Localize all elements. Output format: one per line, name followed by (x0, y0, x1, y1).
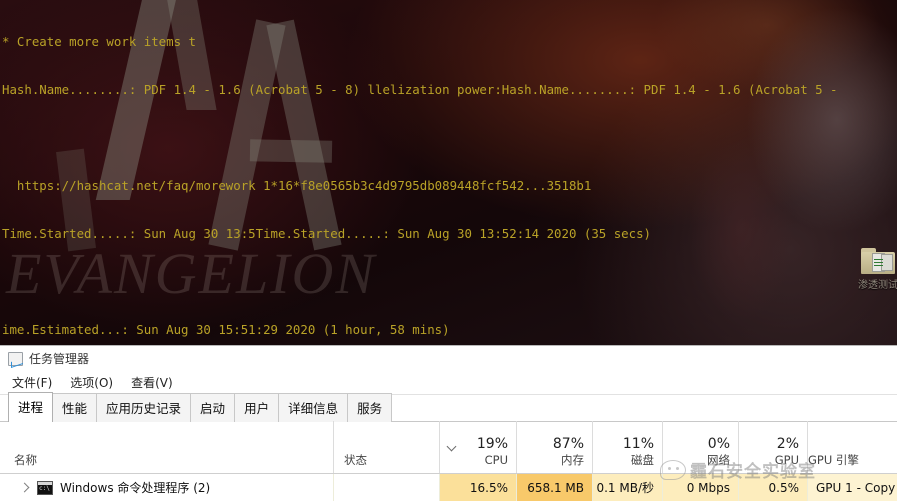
cell-status (333, 474, 439, 501)
terminal-line: * Create more work items t (2, 34, 196, 49)
chevron-down-icon (448, 443, 457, 452)
desktop-terminal-area: EVANGELION * Create more work items t Ha… (0, 0, 897, 345)
window-title: 任务管理器 (29, 352, 90, 366)
titlebar: 任务管理器 (0, 346, 897, 371)
column-label-disk: 磁盘 (631, 453, 654, 467)
column-header-name[interactable]: 名称 (0, 421, 333, 473)
task-manager-icon (8, 351, 23, 366)
column-label-cpu: CPU (484, 453, 508, 467)
column-label-status: 状态 (344, 453, 367, 467)
table-row[interactable]: Windows 命令处理程序 (2) 16.5% 658.1 MB 0.1 MB… (0, 474, 897, 501)
column-label-name: 名称 (14, 453, 37, 467)
hashcat-terminal-output[interactable]: * Create more work items t Hash.Name....… (0, 0, 897, 345)
column-header-disk[interactable]: 11% 磁盘 (592, 421, 662, 473)
terminal-line: Time.Started.....: Sun Aug 30 13:5Time.S… (2, 226, 652, 241)
process-name-label: Windows 命令处理程序 (2) (60, 481, 211, 495)
tab-app-history[interactable]: 应用历史记录 (96, 393, 192, 422)
command-prompt-icon (37, 480, 53, 495)
task-manager-window: 任务管理器 文件(F) 选项(O) 查看(V) 进程 性能 应用历史记录 启动 … (0, 345, 897, 503)
process-table: 名称 状态 19% CPU 87% 内存 11% 磁盘 0% 网络 2% GPU… (0, 421, 897, 501)
column-label-gpu-engine: GPU 引擎 (808, 453, 859, 467)
cell-disk: 0.1 MB/秒 (592, 474, 662, 501)
column-pct-gpu: 2% (776, 436, 799, 452)
column-label-memory: 内存 (561, 453, 584, 467)
tab-users[interactable]: 用户 (234, 393, 280, 422)
menu-item-file[interactable]: 文件(F) (12, 374, 52, 391)
column-pct-disk: 11% (622, 436, 654, 452)
chevron-right-icon[interactable] (20, 483, 30, 493)
tab-processes[interactable]: 进程 (8, 392, 54, 422)
cell-network: 0 Mbps (662, 474, 738, 501)
menu-bar: 文件(F) 选项(O) 查看(V) (0, 371, 897, 395)
tab-services[interactable]: 服务 (347, 393, 393, 422)
table-header-row: 名称 状态 19% CPU 87% 内存 11% 磁盘 0% 网络 2% GPU… (0, 421, 897, 474)
column-header-network[interactable]: 0% 网络 (662, 421, 738, 473)
tab-bar: 进程 性能 应用历史记录 启动 用户 详细信息 服务 (0, 392, 897, 422)
column-header-memory[interactable]: 87% 内存 (516, 421, 592, 473)
tab-details[interactable]: 详细信息 (278, 393, 349, 422)
terminal-line: Hash.Name........: PDF 1.4 - 1.6 (Acroba… (2, 82, 838, 97)
column-label-gpu: GPU (774, 453, 799, 467)
column-pct-memory: 87% (552, 436, 584, 452)
menu-item-options[interactable]: 选项(O) (70, 374, 113, 391)
column-header-gpu[interactable]: 2% GPU (738, 421, 807, 473)
column-pct-network: 0% (707, 436, 730, 452)
cell-process-name[interactable]: Windows 命令处理程序 (2) (0, 474, 333, 501)
terminal-line: ime.Estimated...: Sun Aug 30 15:51:29 20… (2, 322, 450, 337)
column-label-network: 网络 (707, 453, 730, 467)
column-header-gpu-engine[interactable]: GPU 引擎 (807, 421, 897, 473)
cell-cpu: 16.5% (439, 474, 516, 501)
column-header-status[interactable]: 状态 (333, 421, 439, 473)
column-header-cpu[interactable]: 19% CPU (439, 421, 516, 473)
cell-gpu: 0.5% (738, 474, 807, 501)
cell-gpu-engine: GPU 1 - Copy (807, 474, 897, 501)
cell-memory: 658.1 MB (516, 474, 592, 501)
terminal-line: https://hashcat.net/faq/morework 1*16*f8… (2, 178, 592, 193)
tab-startup[interactable]: 启动 (190, 393, 236, 422)
tab-performance[interactable]: 性能 (52, 393, 98, 422)
menu-item-view[interactable]: 查看(V) (131, 374, 173, 391)
